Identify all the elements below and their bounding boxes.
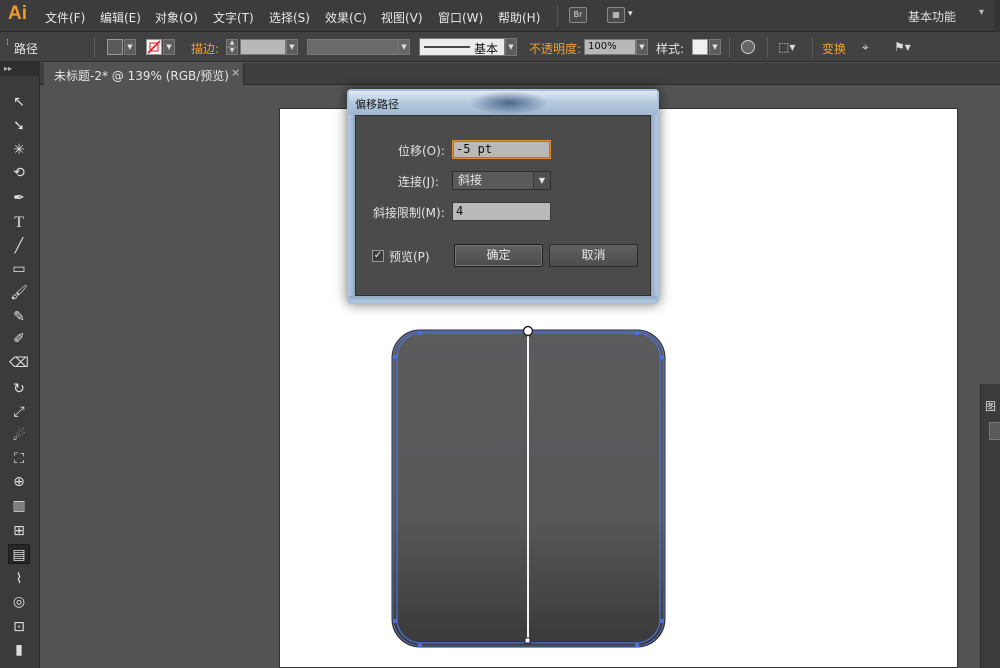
anchor-point[interactable] bbox=[393, 619, 397, 623]
preview-label[interactable]: 预览(P) bbox=[389, 248, 430, 265]
anchor-point[interactable] bbox=[393, 355, 397, 359]
anchor-point[interactable] bbox=[635, 643, 639, 647]
dialog-frame-right bbox=[651, 115, 657, 302]
anchor-point[interactable] bbox=[660, 355, 664, 359]
titlebar-glass-highlight bbox=[469, 91, 549, 115]
anchor-point[interactable] bbox=[418, 643, 422, 647]
miter-limit-label: 斜接限制(M): bbox=[373, 206, 445, 220]
preview-checkbox[interactable]: ✓ bbox=[372, 250, 384, 262]
cancel-button[interactable]: 取消 bbox=[549, 244, 638, 267]
joins-select[interactable]: 斜接 ▼ bbox=[452, 171, 551, 190]
dialog-titlebar[interactable]: 偏移路径 bbox=[349, 91, 657, 115]
anchor-point[interactable] bbox=[660, 619, 664, 623]
anchor-point[interactable] bbox=[635, 331, 639, 335]
anchor-point-handle[interactable] bbox=[524, 637, 531, 644]
dialog-title: 偏移路径 bbox=[355, 98, 399, 111]
anchor-point-handle[interactable] bbox=[522, 325, 534, 337]
offset-label: 位移(O): bbox=[398, 144, 445, 158]
anchor-point[interactable] bbox=[418, 331, 422, 335]
offset-path-dialog: 偏移路径 位移(O): -5 pt 连接(J): 斜接 ▼ 斜接限制(M): 4… bbox=[347, 89, 659, 304]
joins-select-value: 斜接 bbox=[458, 173, 483, 187]
dialog-frame-bottom bbox=[349, 296, 657, 302]
miter-limit-input[interactable]: 4 bbox=[452, 202, 551, 221]
dialog-body: 位移(O): -5 pt 连接(J): 斜接 ▼ 斜接限制(M): 4 ✓ 预览… bbox=[355, 115, 651, 296]
offset-input[interactable]: -5 pt bbox=[452, 140, 551, 159]
joins-label: 连接(J): bbox=[398, 175, 439, 189]
ok-button[interactable]: 确定 bbox=[454, 244, 543, 267]
chevron-down-icon[interactable]: ▼ bbox=[533, 172, 550, 189]
